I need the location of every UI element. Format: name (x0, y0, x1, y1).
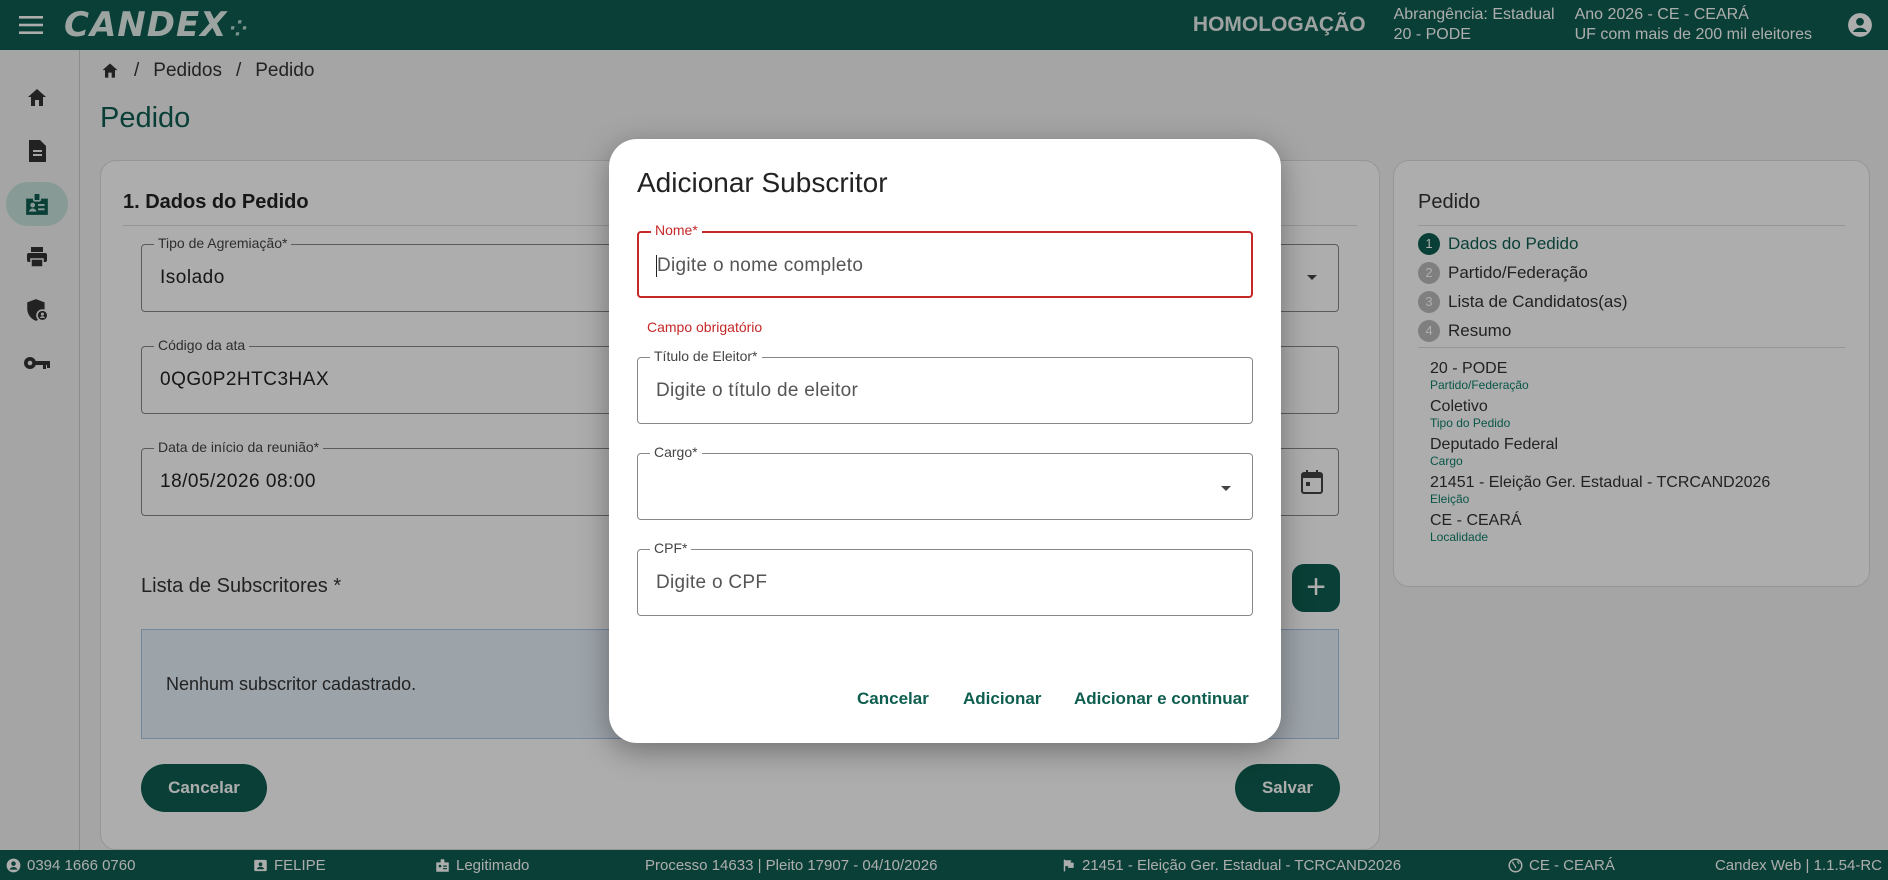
cpf-input[interactable]: CPF* Digite o CPF (637, 540, 1253, 616)
dialog-cancel-button[interactable]: Cancelar (857, 689, 929, 709)
field-label: Título de Eleitor* (650, 348, 762, 364)
add-subscritor-dialog: Adicionar Subscritor Nome* Digite o nome… (609, 139, 1281, 743)
caret-down-icon (1214, 476, 1238, 505)
field-label: CPF* (650, 540, 692, 556)
field-label: Cargo* (650, 444, 702, 460)
nome-input[interactable]: Nome* Digite o nome completo (637, 222, 1253, 298)
field-label: Nome* (651, 222, 702, 238)
dialog-add-continue-button[interactable]: Adicionar e continuar (1074, 689, 1249, 709)
titulo-eleitor-input[interactable]: Título de Eleitor* Digite o título de el… (637, 348, 1253, 424)
placeholder: Digite o título de eleitor (656, 380, 859, 401)
cargo-select[interactable]: Cargo* (637, 444, 1253, 520)
nome-error-message: Campo obrigatório (647, 319, 763, 335)
dialog-title: Adicionar Subscritor (637, 167, 888, 198)
placeholder: Digite o nome completo (657, 255, 864, 276)
dialog-add-button[interactable]: Adicionar (963, 689, 1041, 709)
placeholder: Digite o CPF (656, 572, 768, 593)
